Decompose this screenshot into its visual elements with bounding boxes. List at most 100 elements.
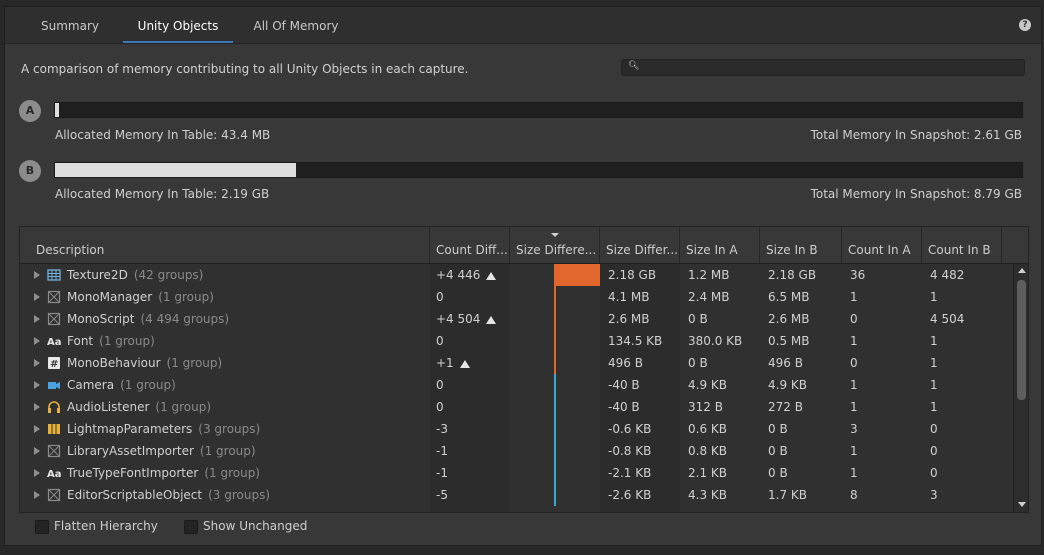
row-description: MonoManager (1 group) — [67, 286, 214, 308]
row-size-in-a: 1.2 MB — [688, 268, 730, 282]
row-type-name: MonoScript — [67, 312, 135, 326]
column-count-in-b[interactable]: Count In B — [922, 227, 1002, 263]
table-row[interactable]: Aa Font (1 group) 0 134.5 KB 380.0 KB 0.5 MB 1 1 — [20, 330, 1012, 352]
row-group-count: (3 groups) — [198, 422, 261, 436]
row-group-count: (42 groups) — [133, 268, 204, 282]
generic-object-icon — [47, 488, 61, 502]
column-count-in-a[interactable]: Count In A — [842, 227, 922, 263]
vertical-scrollbar[interactable] — [1013, 264, 1028, 512]
table-row[interactable]: Texture2D (42 groups) +4 446 2.18 GB 1.2 MB 2… — [20, 264, 1012, 286]
expand-arrow-icon[interactable] — [34, 425, 40, 433]
expand-arrow-icon[interactable] — [34, 381, 40, 389]
row-count-diff: 0 — [436, 396, 444, 418]
row-type-name: LightmapParameters — [67, 422, 193, 436]
column-size-diff[interactable]: Size Differ... — [600, 227, 680, 263]
row-description: Texture2D (42 groups) — [67, 264, 203, 286]
column-count-diff[interactable]: Count Diff... — [430, 227, 510, 263]
row-count-in-a: 1 — [850, 400, 858, 414]
memory-profiler-window: Summary Unity Objects All Of Memory ? A … — [4, 6, 1042, 546]
tab-all-of-memory[interactable]: All Of Memory — [233, 7, 359, 43]
row-size-diff: 134.5 KB — [608, 334, 663, 348]
table-header: Description Count Diff... Size Differe..… — [20, 227, 1028, 264]
row-size-diff: -0.8 KB — [608, 444, 652, 458]
expand-arrow-icon[interactable] — [34, 469, 40, 477]
table-footer: Flatten Hierarchy Show Unchanged — [19, 513, 1027, 541]
table-row[interactable]: AudioListener (1 group) 0 -40 B 312 B 272 B 1 1 — [20, 396, 1012, 418]
row-size-in-a: 0 B — [688, 312, 708, 326]
table-row[interactable]: Camera (1 group) 0 -40 B 4.9 KB 4.9 KB 1 1 — [20, 374, 1012, 396]
row-count-diff: -1 — [436, 440, 448, 462]
column-size-in-b[interactable]: Size In B — [760, 227, 842, 263]
comparison-table: Description Count Diff... Size Differe..… — [19, 226, 1029, 513]
row-type-name: TrueTypeFontImporter — [67, 466, 199, 480]
table-row[interactable]: LibraryAssetImporter (1 group) -1 -0.8 KB 0.… — [20, 440, 1012, 462]
scroll-down-icon[interactable] — [1018, 502, 1026, 507]
size-diff-bar — [554, 286, 556, 308]
scrollbar-thumb[interactable] — [1017, 280, 1026, 400]
row-count-in-b: 0 — [930, 422, 938, 436]
row-count-in-a: 1 — [850, 378, 858, 392]
row-size-diff: 2.6 MB — [608, 312, 650, 326]
row-count-diff-value: 0 — [436, 378, 444, 392]
help-icon[interactable]: ? — [1019, 19, 1031, 31]
row-count-diff-value: 0 — [436, 334, 444, 348]
row-count-diff-value: -1 — [436, 466, 448, 480]
row-count-diff: -3 — [436, 418, 448, 440]
table-row[interactable]: LightmapParameters (3 groups) -3 -0.6 KB 0.6… — [20, 418, 1012, 440]
row-count-diff-value: 0 — [436, 290, 444, 304]
expand-arrow-icon[interactable] — [34, 337, 40, 345]
row-count-in-a: 0 — [850, 312, 858, 326]
row-size-diff: 496 B — [608, 356, 643, 370]
row-count-diff-value: +4 446 — [436, 268, 481, 282]
search-input[interactable]: 🔍︎ — [621, 59, 1025, 76]
row-type-name: MonoBehaviour — [67, 356, 161, 370]
expand-arrow-icon[interactable] — [34, 271, 40, 279]
expand-arrow-icon[interactable] — [34, 359, 40, 367]
expand-arrow-icon[interactable] — [34, 403, 40, 411]
row-count-in-a: 3 — [850, 422, 858, 436]
show-unchanged-checkbox[interactable] — [184, 520, 198, 534]
table-row[interactable]: EditorScriptableObject (3 groups) -5 -2.6 K… — [20, 484, 1012, 506]
row-size-in-b: 1.7 KB — [768, 488, 807, 502]
table-row[interactable]: Aa TrueTypeFontImporter (1 group) -1 -2.1 KB… — [20, 462, 1012, 484]
column-description[interactable]: Description — [20, 227, 430, 263]
generic-object-icon — [47, 312, 61, 326]
flatten-hierarchy-checkbox[interactable] — [35, 520, 49, 534]
row-size-in-a: 0.8 KB — [688, 444, 727, 458]
increase-arrow-icon — [459, 360, 470, 368]
row-size-in-a: 380.0 KB — [688, 334, 743, 348]
expand-arrow-icon[interactable] — [34, 447, 40, 455]
table-row[interactable]: MonoScript (4 494 groups) +4 504 2.6 MB 0 B 2… — [20, 308, 1012, 330]
row-count-in-a: 36 — [850, 268, 866, 282]
row-description: AudioListener (1 group) — [67, 396, 211, 418]
expand-arrow-icon[interactable] — [34, 293, 40, 301]
size-diff-bar — [554, 308, 556, 330]
row-count-in-b: 1 — [930, 378, 938, 392]
row-count-in-a: 1 — [850, 334, 858, 348]
row-count-diff: 0 — [436, 286, 444, 308]
row-count-diff: +1 — [436, 352, 470, 374]
row-size-in-b: 0 B — [768, 444, 788, 458]
size-diff-bar — [554, 396, 556, 418]
scroll-up-icon[interactable] — [1018, 268, 1026, 273]
row-count-diff: +4 446 — [436, 264, 497, 286]
row-count-in-b: 0 — [930, 466, 938, 480]
row-type-name: AudioListener — [67, 400, 150, 414]
font-icon: Aa — [47, 334, 62, 348]
column-size-in-a[interactable]: Size In A — [680, 227, 760, 263]
row-count-diff-value: +4 504 — [436, 312, 481, 326]
row-count-diff-value: -1 — [436, 444, 448, 458]
row-size-diff: -2.1 KB — [608, 466, 652, 480]
tab-summary[interactable]: Summary — [17, 7, 123, 43]
svg-text:#: # — [50, 359, 58, 370]
table-row[interactable]: MonoManager (1 group) 0 4.1 MB 2.4 MB 6.5 MB 1… — [20, 286, 1012, 308]
expand-arrow-icon[interactable] — [34, 315, 40, 323]
table-row[interactable]: # MonoBehaviour (1 group) +1 496 B 0 B 496 B 0 1 — [20, 352, 1012, 374]
row-group-count: (1 group) — [99, 334, 155, 348]
tab-unity-objects[interactable]: Unity Objects — [123, 7, 233, 43]
snapshot-a-total: Total Memory In Snapshot: 2.61 GB — [810, 128, 1022, 142]
font-icon: Aa — [47, 466, 62, 480]
row-size-in-b: 0.5 MB — [768, 334, 810, 348]
row-count-in-a: 1 — [850, 466, 858, 480]
expand-arrow-icon[interactable] — [34, 491, 40, 499]
